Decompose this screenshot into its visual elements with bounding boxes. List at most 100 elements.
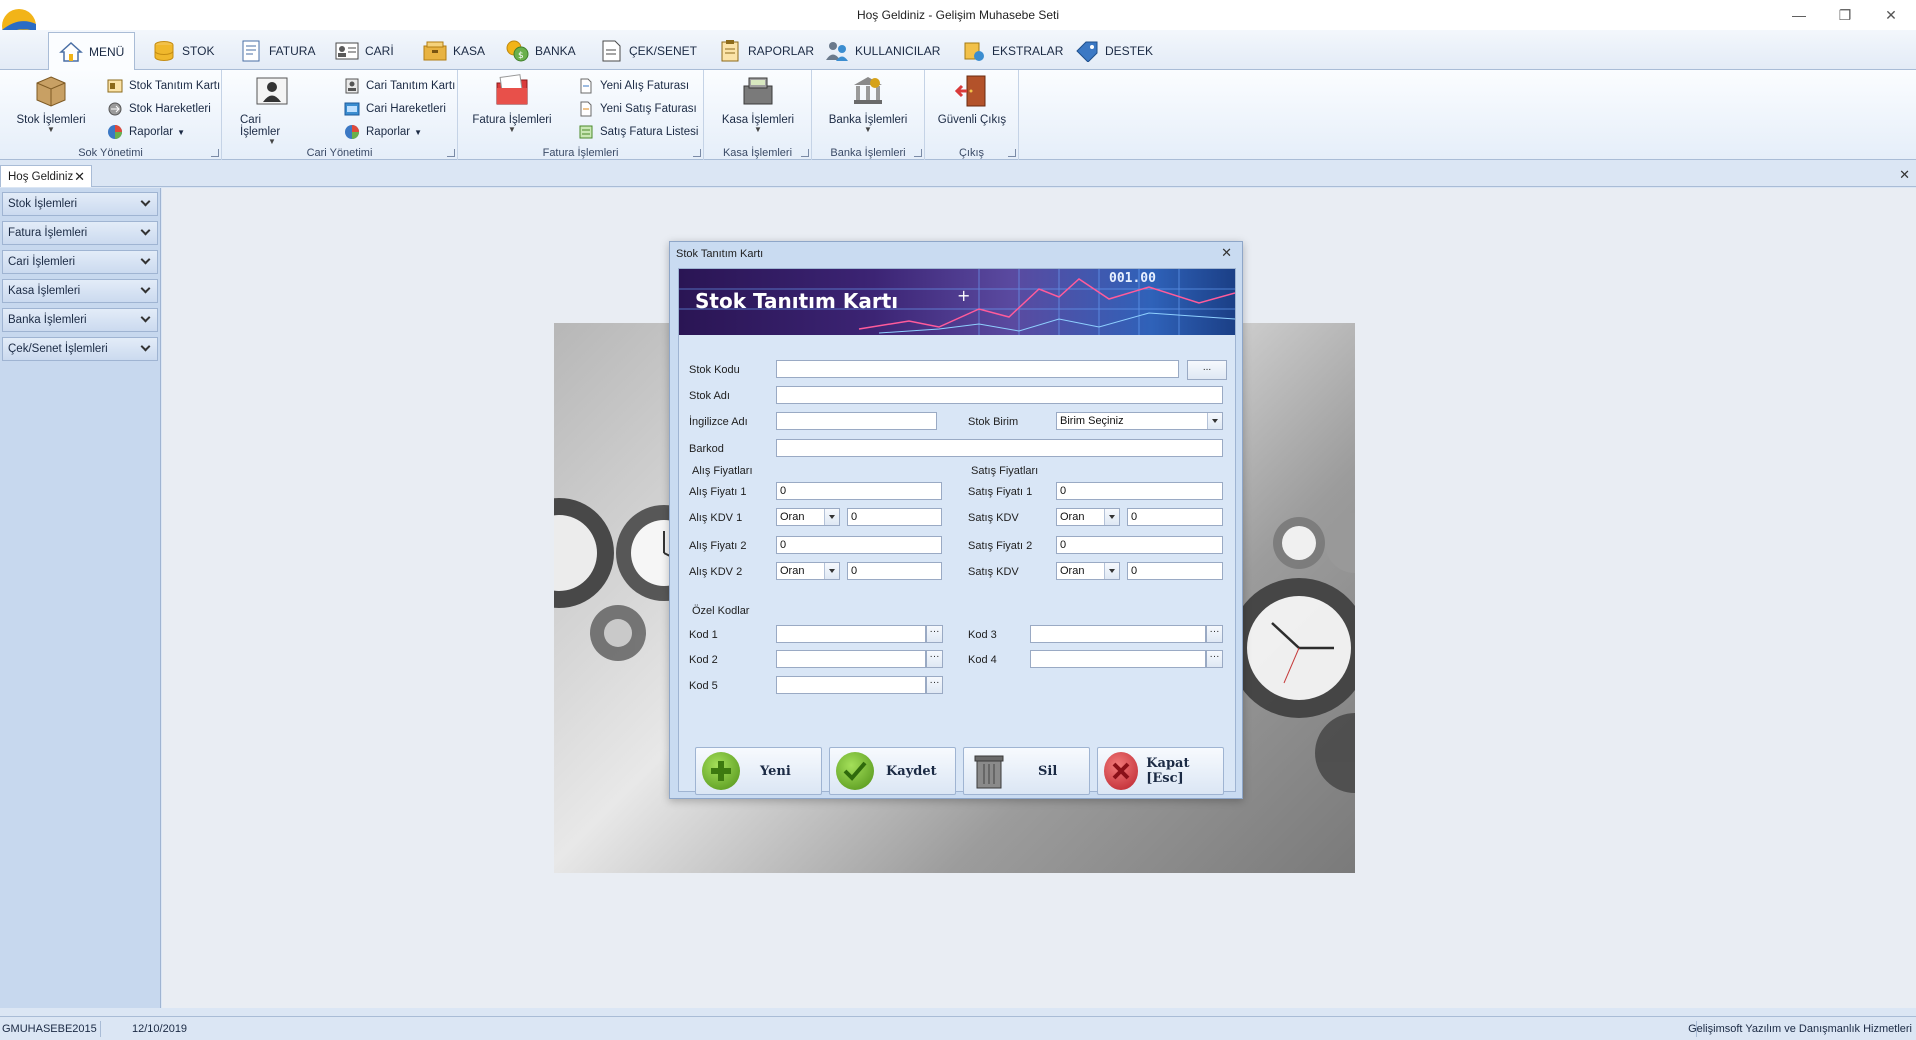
nav-banka-islemleri[interactable]: Banka İşlemleri	[2, 308, 158, 332]
cari-tanitim-karti-button[interactable]: Cari Tanıtım Kartı	[344, 76, 455, 96]
nav-label: Fatura İşlemleri	[8, 227, 88, 239]
kod-5-input[interactable]	[776, 676, 926, 694]
kapat-label: Kapat [Esc]	[1146, 756, 1190, 786]
tab-label: KULLANICILAR	[855, 44, 941, 58]
dialog-launcher-icon[interactable]	[693, 149, 701, 157]
stok-hareketleri-button[interactable]: Stok Hareketleri	[107, 99, 211, 119]
alis-kdv-1-input[interactable]	[847, 508, 942, 526]
dialog-launcher-icon[interactable]	[211, 149, 219, 157]
stok-tanitim-karti-button[interactable]: Stok Tanıtım Kartı	[107, 76, 220, 96]
alis-kdv-1-select[interactable]: Oran	[776, 508, 840, 526]
yeni-button[interactable]: Yeni	[695, 747, 822, 795]
chevron-down-icon[interactable]	[1207, 413, 1222, 429]
alis-fiyati-1-input[interactable]	[776, 482, 942, 500]
chevron-down-icon[interactable]	[1104, 509, 1119, 525]
cari-islemler-button[interactable]: Cari İşlemler ▼	[240, 74, 304, 146]
tab-stok[interactable]: STOK	[142, 32, 224, 70]
kasa-islemleri-button[interactable]: Kasa İşlemleri ▼	[716, 74, 800, 134]
satis-kdv-1-select[interactable]: Oran	[1056, 508, 1120, 526]
chevron-down-icon[interactable]	[824, 509, 839, 525]
stok-adi-input[interactable]	[776, 386, 1223, 404]
tab-menu[interactable]: MENÜ	[48, 32, 136, 71]
kod-4-lookup-button[interactable]: ···	[1206, 650, 1223, 668]
alis-kdv-2-input[interactable]	[847, 562, 942, 580]
kod-2-input[interactable]	[776, 650, 926, 668]
close-x-icon	[1104, 752, 1139, 790]
kod-1-input[interactable]	[776, 625, 926, 643]
alis-fiyati-2-label: Alış Fiyatı 2	[689, 540, 747, 552]
fatura-islemleri-button[interactable]: Fatura İşlemleri ▼	[470, 74, 554, 134]
alis-fiyati-2-input[interactable]	[776, 536, 942, 554]
dialog-launcher-icon[interactable]	[801, 149, 809, 157]
satis-fiyati-2-input[interactable]	[1056, 536, 1223, 554]
close-document-icon[interactable]: ✕	[1899, 167, 1910, 183]
chevron-down-icon[interactable]	[824, 563, 839, 579]
close-tab-icon[interactable]: ✕	[74, 169, 85, 185]
tab-label: DESTEK	[1105, 44, 1154, 58]
red-folder-icon	[496, 74, 528, 105]
satis-kdv-1-label: Satış KDV	[968, 512, 1019, 524]
stok-islemleri-button[interactable]: Stok İşlemleri ▼	[14, 74, 88, 134]
kod-3-lookup-button[interactable]: ···	[1206, 625, 1223, 643]
stok-raporlar-button[interactable]: Raporlar ▼	[107, 122, 185, 142]
tab-destek[interactable]: DESTEK	[1065, 32, 1163, 70]
chevron-down-icon[interactable]	[1104, 563, 1119, 579]
restore-button[interactable]: ❐	[1822, 0, 1868, 30]
kod-1-label: Kod 1	[689, 629, 718, 641]
alis-kdv-2-select[interactable]: Oran	[776, 562, 840, 580]
nav-fatura-islemleri[interactable]: Fatura İşlemleri	[2, 221, 158, 245]
nav-cari-islemleri[interactable]: Cari İşlemleri	[2, 250, 158, 274]
banka-islemleri-button[interactable]: Banka İşlemleri ▼	[824, 74, 912, 134]
sil-button[interactable]: Sil	[963, 747, 1090, 795]
group-label: Cari Yönetimi	[306, 147, 373, 159]
cari-raporlar-button[interactable]: Raporlar ▼	[344, 122, 422, 142]
kaydet-button[interactable]: Kaydet	[829, 747, 956, 795]
stok-kodu-lookup-button[interactable]: ...	[1187, 360, 1227, 380]
dialog-launcher-icon[interactable]	[447, 149, 455, 157]
kod-3-input[interactable]	[1030, 625, 1206, 643]
alis-kdv-2-label: Alış KDV 2	[689, 566, 743, 578]
satis-fatura-listesi-button[interactable]: Satış Fatura Listesi	[578, 122, 698, 142]
yeni-alis-faturasi-button[interactable]: Yeni Alış Faturası	[578, 76, 689, 96]
status-bar: GMUHASEBE2015 12/10/2019 Gelişimsoft Yaz…	[0, 1016, 1916, 1040]
tab-fatura[interactable]: FATURA	[229, 32, 325, 70]
kod-4-input[interactable]	[1030, 650, 1206, 668]
bank-coins-icon: $	[506, 40, 529, 62]
dialog-close-icon[interactable]: ✕	[1221, 245, 1232, 261]
small-button-label: Satış Fatura Listesi	[600, 126, 699, 138]
ingilizce-adi-input[interactable]	[776, 412, 937, 430]
tab-hos-geldiniz[interactable]: Hoş Geldiniz ✕	[0, 165, 92, 187]
nav-cek-senet-islemleri[interactable]: Çek/Senet İşlemleri	[2, 337, 158, 361]
chevron-down-icon	[140, 254, 151, 265]
tab-label: KASA	[453, 44, 486, 58]
kapat-button[interactable]: Kapat [Esc]	[1097, 747, 1224, 795]
satis-fiyati-1-input[interactable]	[1056, 482, 1223, 500]
ribbon-panel: Stok İşlemleri ▼ Stok Tanıtım Kartı Stok…	[0, 70, 1916, 160]
kod-2-lookup-button[interactable]: ···	[926, 650, 943, 668]
stok-kodu-input[interactable]	[776, 360, 1179, 378]
tab-raporlar[interactable]: RAPORLAR	[708, 32, 824, 70]
status-date: 12/10/2019	[132, 1023, 188, 1035]
tab-kasa[interactable]: KASA	[413, 32, 495, 70]
satis-kdv-1-input[interactable]	[1127, 508, 1223, 526]
dialog-launcher-icon[interactable]	[914, 149, 922, 157]
satis-kdv-2-input[interactable]	[1127, 562, 1223, 580]
minimize-button[interactable]: —	[1776, 0, 1822, 30]
close-window-button[interactable]: ✕	[1868, 0, 1914, 30]
tab-ekstralar[interactable]: EKSTRALAR	[952, 32, 1073, 70]
nav-stok-islemleri[interactable]: Stok İşlemleri	[2, 192, 158, 216]
tab-kullanicilar[interactable]: KULLANICILAR	[815, 32, 950, 70]
nav-kasa-islemleri[interactable]: Kasa İşlemleri	[2, 279, 158, 303]
cari-hareketleri-button[interactable]: Cari Hareketleri	[344, 99, 446, 119]
satis-kdv-2-select[interactable]: Oran	[1056, 562, 1120, 580]
tab-cek-senet[interactable]: ÇEK/SENET	[589, 32, 707, 70]
tab-banka[interactable]: $ BANKA	[495, 32, 586, 70]
kod-5-lookup-button[interactable]: ···	[926, 676, 943, 694]
kod-1-lookup-button[interactable]: ···	[926, 625, 943, 643]
barkod-input[interactable]	[776, 439, 1223, 457]
guvenli-cikis-button[interactable]: Güvenli Çıkış	[933, 74, 1011, 126]
dialog-launcher-icon[interactable]	[1008, 149, 1016, 157]
yeni-satis-faturasi-button[interactable]: Yeni Satış Faturası	[578, 99, 697, 119]
stok-birim-select[interactable]: Birim Seçiniz	[1056, 412, 1223, 430]
tab-cari[interactable]: CARİ	[325, 32, 404, 70]
